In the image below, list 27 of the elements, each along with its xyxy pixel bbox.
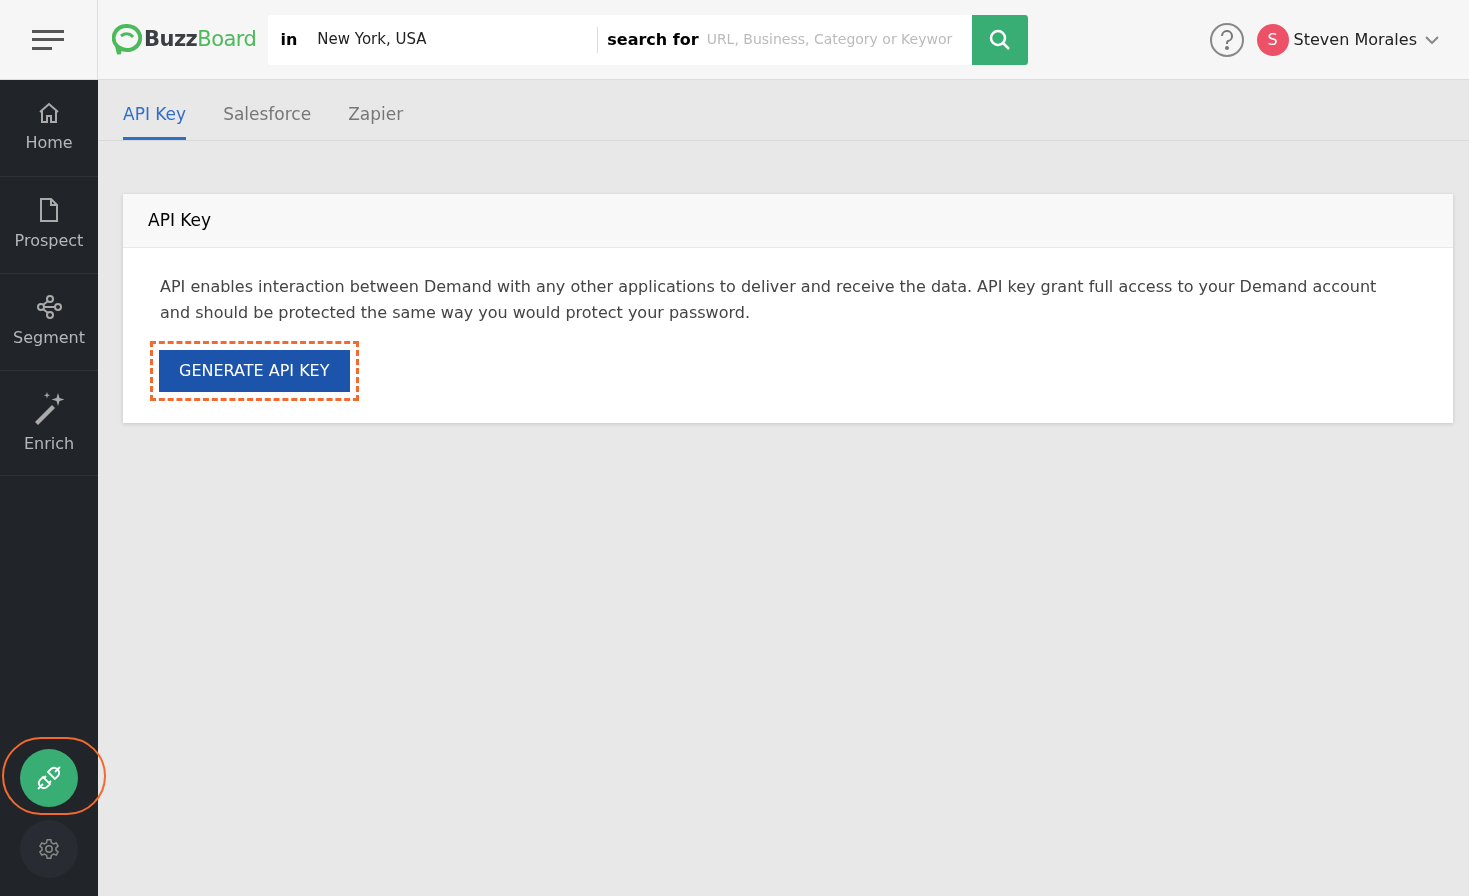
settings-icon (38, 838, 60, 860)
tab[interactable]: API Key (123, 101, 187, 140)
home-icon (37, 101, 61, 125)
user-menu[interactable]: Steven Morales (1293, 27, 1417, 52)
location-field[interactable]: New York, USA (317, 28, 598, 51)
user-avatar[interactable]: S (1256, 23, 1289, 56)
location-label: in (280, 28, 298, 51)
card-title: API Key (148, 208, 212, 232)
tab[interactable]: Zapier (348, 101, 404, 140)
menu-icon[interactable] (31, 29, 66, 50)
sidebar-item[interactable]: Enrich (0, 371, 98, 476)
share-nodes-icon (36, 294, 62, 320)
help-icon[interactable] (1209, 22, 1244, 57)
logo-text: BuzzBoard (144, 25, 257, 53)
description-text: API enables interaction between Demand with any other applications to deliver and receive the data. API key grant full access to your Demand account and should be protected the same way you would protect your password. (160, 276, 1378, 324)
search-label: search for (607, 28, 699, 51)
sidebar-item[interactable]: Prospect (0, 177, 98, 274)
generate-api-key-button[interactable]: GENERATE API KEY (159, 350, 350, 392)
search-field[interactable]: URL, Business, Category or Keywor (706, 29, 973, 50)
search-button[interactable] (972, 14, 1029, 65)
logo-icon (112, 23, 142, 56)
sidebar-item[interactable]: Home (0, 80, 98, 177)
chevron-down-icon[interactable] (1425, 35, 1439, 44)
document-icon (38, 197, 60, 223)
tab[interactable]: Salesforce (223, 101, 312, 140)
plug-button[interactable] (20, 749, 78, 807)
sidebar-item[interactable]: Segment (0, 274, 98, 371)
